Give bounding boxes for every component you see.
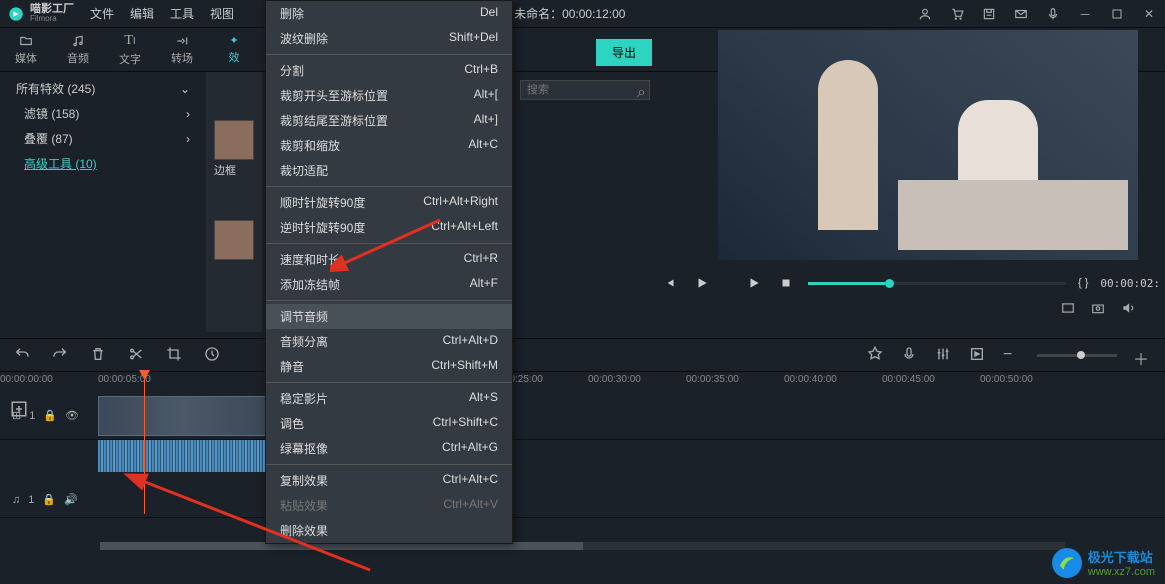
cm-speed[interactable]: 速度和时长Ctrl+R	[266, 247, 512, 272]
cm-crop-zoom[interactable]: 裁剪和缩放Alt+C	[266, 133, 512, 158]
cm-delete[interactable]: 删除Del	[266, 1, 512, 26]
mixer-button[interactable]	[935, 346, 953, 364]
audio-track-icon: ♫	[12, 494, 20, 506]
mail-icon[interactable]	[1013, 6, 1029, 22]
zoom-out-button[interactable]: −	[1003, 346, 1021, 364]
marker-button[interactable]	[867, 346, 885, 364]
undo-button[interactable]	[14, 346, 32, 364]
timecode-display: 00:00:02:	[1100, 277, 1160, 290]
tab-audio[interactable]: 音频	[52, 28, 104, 72]
crop-button[interactable]	[166, 346, 184, 364]
lock-icon[interactable]: 🔒	[42, 493, 56, 506]
cm-stabilize[interactable]: 稳定影片Alt+S	[266, 386, 512, 411]
progress-bar[interactable]	[808, 282, 1066, 285]
cm-adjust-audio[interactable]: 调节音频	[266, 304, 512, 329]
zoom-in-button[interactable]: ＋	[1133, 346, 1151, 364]
tree-filters[interactable]: 滤镜 (158)›	[0, 101, 206, 126]
context-menu: 删除Del 波纹删除Shift+Del 分割Ctrl+B 裁剪开头至游标位置Al…	[265, 0, 513, 544]
menu-view[interactable]: 视图	[210, 5, 234, 22]
preview-quality-icon[interactable]	[1060, 300, 1076, 316]
snapshot-icon[interactable]	[1090, 300, 1106, 316]
record-button[interactable]	[901, 346, 919, 364]
close-icon[interactable]: ✕	[1141, 6, 1157, 22]
preview-video-frame	[718, 30, 1138, 260]
video-clip[interactable]	[98, 396, 268, 436]
user-icon[interactable]	[917, 6, 933, 22]
app-logo: 喵影工厂 Filmora	[8, 4, 74, 23]
lock-icon[interactable]: 🔒	[43, 409, 57, 422]
search-icon[interactable]: ⌕	[637, 84, 646, 102]
redo-button[interactable]	[52, 346, 70, 364]
cm-rotate-ccw[interactable]: 逆时针旋转90度Ctrl+Alt+Left	[266, 215, 512, 240]
cm-trim-start[interactable]: 裁剪开头至游标位置Alt+[	[266, 83, 512, 108]
cm-color[interactable]: 调色Ctrl+Shift+C	[266, 411, 512, 436]
render-button[interactable]	[969, 346, 987, 364]
effect-thumb-label: 边框	[214, 162, 254, 178]
menu-tools[interactable]: 工具	[170, 5, 194, 22]
watermark-logo-icon	[1052, 548, 1082, 578]
split-button[interactable]	[128, 346, 146, 364]
cm-greenscreen[interactable]: 绿幕抠像Ctrl+Alt+G	[266, 436, 512, 461]
cm-ripple-delete[interactable]: 波纹删除Shift+Del	[266, 26, 512, 51]
cm-trim-end[interactable]: 裁剪结尾至游标位置Alt+]	[266, 108, 512, 133]
export-button[interactable]: 导出	[596, 39, 652, 66]
effect-thumb-border[interactable]	[214, 120, 254, 160]
maximize-icon[interactable]	[1109, 6, 1125, 22]
cm-crop-fit[interactable]: 裁切适配	[266, 158, 512, 183]
watermark: 极光下载站 www.xz7.com	[1052, 547, 1155, 578]
add-track-button[interactable]	[10, 400, 30, 420]
zoom-slider[interactable]	[1037, 354, 1117, 357]
chevron-right-icon: ›	[186, 107, 190, 121]
effect-thumb-2[interactable]	[214, 220, 254, 260]
menu-file[interactable]: 文件	[90, 5, 114, 22]
audio-clip[interactable]	[98, 440, 268, 472]
search-input[interactable]	[520, 80, 650, 100]
timeline-ruler[interactable]: 00:00:00:00 00:00:05:00 00:00:20:00 00:0…	[0, 372, 1165, 392]
cm-delete-fx[interactable]: 删除效果	[266, 518, 512, 543]
tab-transition[interactable]: 转场	[156, 28, 208, 72]
marker-braces[interactable]: { }	[1078, 277, 1088, 289]
mic-icon[interactable]	[1045, 6, 1061, 22]
delete-button[interactable]	[90, 346, 108, 364]
cm-split[interactable]: 分割Ctrl+B	[266, 58, 512, 83]
project-title: 未命名：00:00:12:00	[514, 5, 625, 22]
play-button[interactable]	[692, 273, 712, 293]
cm-detach-audio[interactable]: 音频分离Ctrl+Alt+D	[266, 329, 512, 354]
cm-copy-fx[interactable]: 复制效果Ctrl+Alt+C	[266, 468, 512, 493]
playhead[interactable]	[144, 374, 145, 514]
chevron-down-icon: ⌄	[180, 82, 190, 96]
volume-icon[interactable]	[1120, 300, 1136, 316]
speed-button[interactable]	[204, 346, 222, 364]
tab-text[interactable]: TI文字	[104, 28, 156, 72]
menu-edit[interactable]: 编辑	[130, 5, 154, 22]
minimize-icon[interactable]: ─	[1077, 6, 1093, 22]
cm-rotate-cw[interactable]: 顺时针旋转90度Ctrl+Alt+Right	[266, 190, 512, 215]
cm-mute[interactable]: 静音Ctrl+Shift+M	[266, 354, 512, 379]
save-icon[interactable]	[981, 6, 997, 22]
speaker-icon[interactable]: 🔊	[64, 493, 78, 506]
timeline-scrollbar[interactable]	[100, 542, 1065, 550]
tab-effect[interactable]: ✦效	[208, 28, 260, 72]
cm-freeze[interactable]: 添加冻结帧Alt+F	[266, 272, 512, 297]
play-button-2[interactable]	[744, 273, 764, 293]
preview-panel	[718, 30, 1138, 260]
tree-all-effects[interactable]: 所有特效 (245)⌄	[0, 76, 206, 101]
cm-paste-fx: 粘贴效果Ctrl+Alt+V	[266, 493, 512, 518]
cart-icon[interactable]	[949, 6, 965, 22]
tree-overlay[interactable]: 叠覆 (87)›	[0, 126, 206, 151]
prev-frame-button[interactable]	[660, 273, 680, 293]
eye-icon[interactable]: 👁	[65, 409, 79, 422]
chevron-right-icon: ›	[186, 132, 190, 146]
tree-advanced[interactable]: 高级工具 (10)	[0, 151, 206, 176]
audio-track-head[interactable]: ♫ 1 🔒 🔊	[0, 493, 98, 506]
tab-media[interactable]: 媒体	[0, 28, 52, 72]
stop-button[interactable]	[776, 273, 796, 293]
